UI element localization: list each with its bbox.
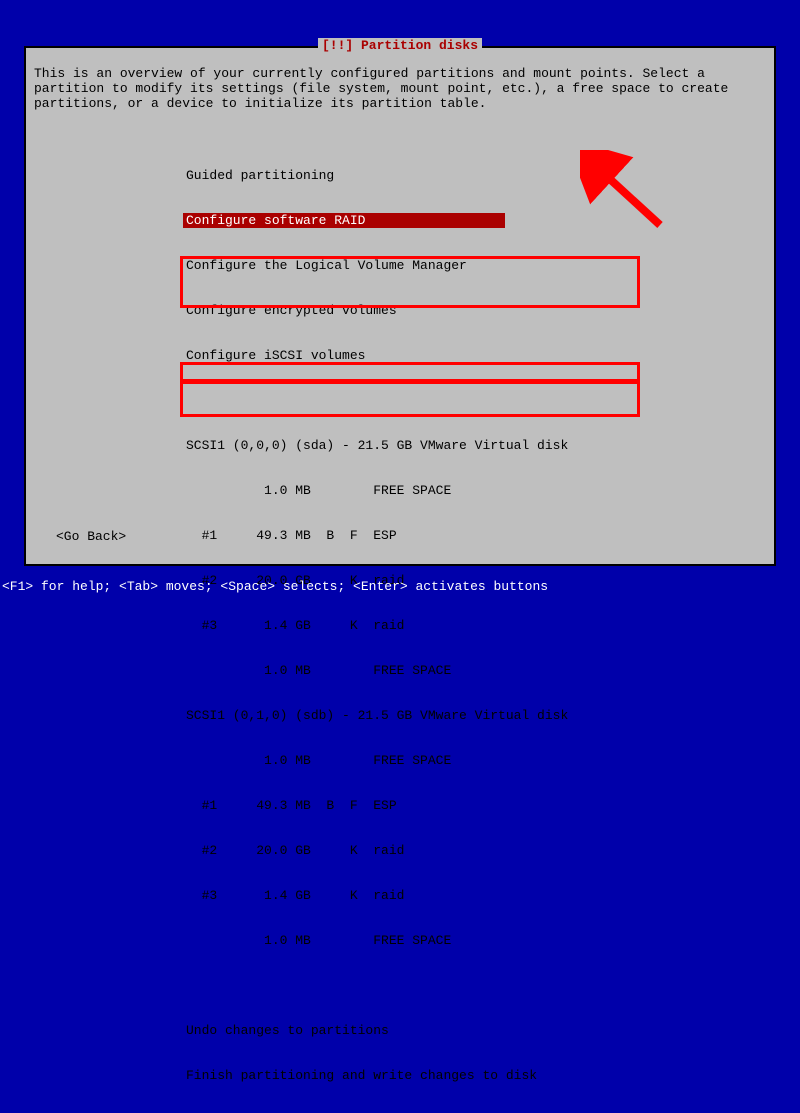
- sdb-free-top[interactable]: 1.0 MB FREE SPACE: [186, 753, 624, 768]
- disk-sdb-header[interactable]: SCSI1 (0,1,0) (sdb) - 21.5 GB VMware Vir…: [186, 708, 624, 723]
- installer-dialog: [!!] Partition disks This is an overview…: [24, 46, 776, 566]
- menu-finish-partitioning[interactable]: Finish partitioning and write changes to…: [186, 1068, 624, 1083]
- menu-configure-raid[interactable]: Configure software RAID: [183, 213, 505, 228]
- sda-free-top[interactable]: 1.0 MB FREE SPACE: [186, 483, 624, 498]
- menu-configure-lvm[interactable]: Configure the Logical Volume Manager: [186, 258, 624, 273]
- sdb-free-bottom[interactable]: 1.0 MB FREE SPACE: [186, 933, 624, 948]
- sda-free-bottom[interactable]: 1.0 MB FREE SPACE: [186, 663, 624, 678]
- help-bar: <F1> for help; <Tab> moves; <Space> sele…: [2, 579, 548, 594]
- dialog-description: This is an overview of your currently co…: [34, 66, 766, 111]
- sdb-partition-1[interactable]: #1 49.3 MB B F ESP: [186, 798, 624, 813]
- menu-configure-iscsi[interactable]: Configure iSCSI volumes: [186, 348, 624, 363]
- sdb-partition-3[interactable]: #3 1.4 GB K raid: [186, 888, 624, 903]
- disk-sda-header[interactable]: SCSI1 (0,0,0) (sda) - 21.5 GB VMware Vir…: [186, 438, 624, 453]
- sda-partition-1[interactable]: #1 49.3 MB B F ESP: [186, 528, 624, 543]
- sdb-partition-2[interactable]: #2 20.0 GB K raid: [186, 843, 624, 858]
- menu-undo-changes[interactable]: Undo changes to partitions: [186, 1023, 624, 1038]
- dialog-title: [!!] Partition disks: [318, 38, 482, 53]
- sda-partition-3[interactable]: #3 1.4 GB K raid: [186, 618, 624, 633]
- go-back-button[interactable]: <Go Back>: [56, 529, 126, 544]
- partition-menu: Guided partitioning Configure software R…: [186, 138, 624, 1113]
- menu-configure-encrypted[interactable]: Configure encrypted volumes: [186, 303, 624, 318]
- dialog-title-bar: [!!] Partition disks: [26, 38, 774, 53]
- menu-guided-partitioning[interactable]: Guided partitioning: [186, 168, 624, 183]
